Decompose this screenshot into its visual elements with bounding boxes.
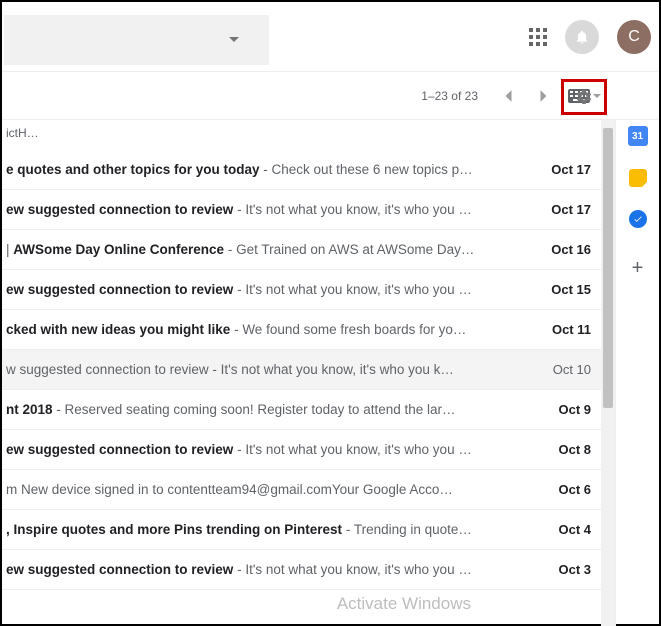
mail-date: Oct 4 [541,522,591,537]
mail-preview: We found some fresh boards for yo… [242,322,466,337]
caret-down-icon [229,37,239,42]
mail-text: ew suggested connection to review - It's… [6,562,525,577]
header: C [2,2,659,72]
separator: - [233,202,245,217]
mail-subject: ew suggested connection to review [6,442,233,457]
content-area: ictH… e quotes and other topics for you … [2,120,659,626]
mail-row[interactable]: ew suggested connection to review - It's… [2,190,601,230]
mail-row[interactable]: cked with new ideas you might like - We … [2,310,601,350]
settings-button[interactable] [561,79,607,115]
mail-preview: It's not what you know, it's who you … [245,282,472,297]
bell-icon [574,29,590,45]
check-icon [633,214,643,224]
separator: - [260,162,272,177]
mail-preview: Get Trained on AWS at AWSome Day… [236,242,474,257]
mail-date: Oct 17 [541,162,591,177]
separator: - [233,562,245,577]
category-snippet: ictH… [2,120,601,150]
add-addon-button[interactable]: + [628,258,648,278]
mail-date: Oct 16 [541,242,591,257]
mail-date: Oct 8 [541,442,591,457]
mail-row[interactable]: ew suggested connection to review - It's… [2,430,601,470]
tasks-icon[interactable] [629,210,647,228]
scrollbar[interactable] [601,120,615,626]
calendar-icon[interactable]: 31 [628,126,648,146]
chevron-left-icon [503,89,513,103]
separator: - [233,282,245,297]
mail-text: w suggested connection to review - It's … [6,362,525,377]
mail-subject: w suggested connection to review [6,362,209,377]
mail-subject: nt 2018 [6,402,53,417]
mail-row[interactable]: , Inspire quotes and more Pins trending … [2,510,601,550]
separator: - [209,362,221,377]
mail-date: Oct 15 [541,282,591,297]
separator: - [342,522,354,537]
mail-subject: ew suggested connection to review [6,282,233,297]
mail-preview: Trending in quote… [354,522,472,537]
mail-row[interactable]: nt 2018 - Reserved seating coming soon! … [2,390,601,430]
mail-preview: m New device signed in to contentteam94@… [6,482,453,497]
notifications-button[interactable] [565,20,599,54]
mail-date: Oct 11 [541,322,591,337]
chevron-right-icon [539,89,549,103]
mail-date: Oct 10 [541,362,591,377]
account-avatar[interactable]: C [617,20,651,54]
side-panel: 31 + [615,120,659,626]
mail-subject: , Inspire quotes and more Pins trending … [6,522,342,537]
mail-preview: Check out these 6 new topics p… [272,162,473,177]
mail-text: m New device signed in to contentteam94@… [6,482,525,497]
avatar-initial: C [628,28,640,46]
header-actions: C [529,20,651,54]
mail-subject: AWSome Day Online Conference [13,242,224,257]
mail-subject: e quotes and other topics for you today [6,162,260,177]
mail-date: Oct 9 [541,402,591,417]
mail-row[interactable]: ew suggested connection to review - It's… [2,270,601,310]
mail-row[interactable]: | AWSome Day Online Conference - Get Tra… [2,230,601,270]
mail-subject: cked with new ideas you might like [6,322,230,337]
mail-text: ew suggested connection to review - It's… [6,282,525,297]
keep-icon[interactable] [628,168,648,188]
separator: - [230,322,242,337]
compose-dropdown[interactable] [4,15,269,65]
apps-icon[interactable] [529,28,547,46]
mail-text: nt 2018 - Reserved seating coming soon! … [6,402,525,417]
mail-preview: Reserved seating coming soon! Register t… [65,402,456,417]
mail-subject: ew suggested connection to review [6,562,233,577]
mail-row[interactable]: ew suggested connection to review - It's… [2,550,601,590]
mail-list: ictH… e quotes and other topics for you … [2,120,601,626]
mail-preview: It's not what you know, it's who you … [245,202,472,217]
mail-subject: ew suggested connection to review [6,202,233,217]
toolbar: 1–23 of 23 [2,72,659,120]
separator: - [53,402,65,417]
mail-row[interactable]: w suggested connection to review - It's … [2,350,601,390]
separator: - [233,442,245,457]
pager-count: 1–23 of 23 [421,89,478,103]
mail-text: | AWSome Day Online Conference - Get Tra… [6,242,525,257]
mail-text: ew suggested connection to review - It's… [6,442,525,457]
watermark-text: Activate Windows [337,594,471,614]
mail-date: Oct 3 [541,562,591,577]
scrollbar-thumb[interactable] [603,128,613,408]
calendar-day: 31 [632,131,643,142]
prev-page-button[interactable] [496,84,520,108]
mail-preview: It's not what you know, it's who you k… [221,362,454,377]
mail-text: cked with new ideas you might like - We … [6,322,525,337]
mail-text: ew suggested connection to review - It's… [6,202,525,217]
next-page-button[interactable] [532,84,556,108]
mail-preview: It's not what you know, it's who you … [245,562,472,577]
mail-row[interactable]: m New device signed in to contentteam94@… [2,470,601,510]
gear-icon [575,88,593,106]
mail-preview: It's not what you know, it's who you … [245,442,472,457]
mail-text: , Inspire quotes and more Pins trending … [6,522,525,537]
mail-text: e quotes and other topics for you today … [6,162,525,177]
mail-date: Oct 6 [541,482,591,497]
separator: - [224,242,236,257]
mail-row[interactable]: e quotes and other topics for you today … [2,150,601,190]
mail-date: Oct 17 [541,202,591,217]
